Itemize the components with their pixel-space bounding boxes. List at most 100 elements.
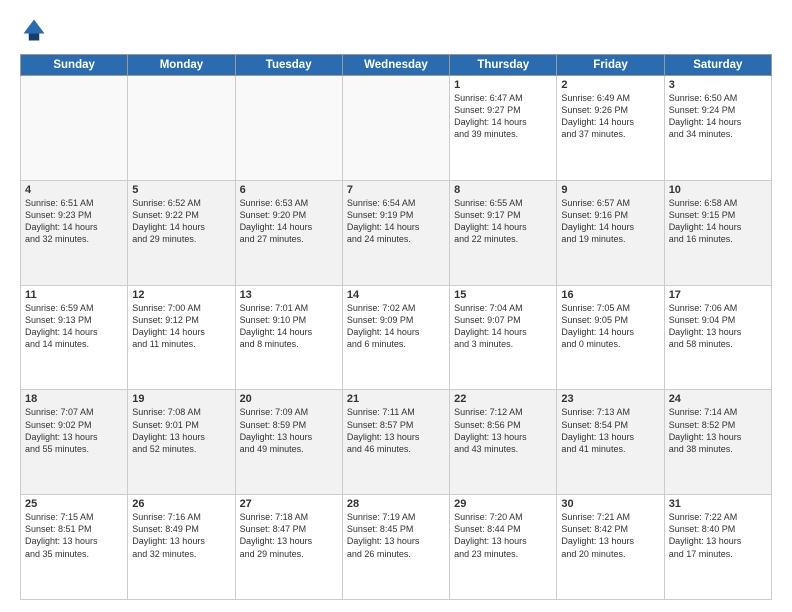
calendar-cell-2-3: 6Sunrise: 6:53 AM Sunset: 9:20 PM Daylig… [235, 180, 342, 285]
day-number: 27 [240, 498, 338, 510]
day-detail: Sunrise: 6:51 AM Sunset: 9:23 PM Dayligh… [25, 197, 123, 246]
day-number: 31 [669, 498, 767, 510]
day-detail: Sunrise: 7:13 AM Sunset: 8:54 PM Dayligh… [561, 406, 659, 455]
day-detail: Sunrise: 7:06 AM Sunset: 9:04 PM Dayligh… [669, 302, 767, 351]
day-detail: Sunrise: 7:00 AM Sunset: 9:12 PM Dayligh… [132, 302, 230, 351]
calendar-week-2: 4Sunrise: 6:51 AM Sunset: 9:23 PM Daylig… [21, 180, 772, 285]
header [20, 16, 772, 44]
day-detail: Sunrise: 7:08 AM Sunset: 9:01 PM Dayligh… [132, 406, 230, 455]
day-detail: Sunrise: 7:22 AM Sunset: 8:40 PM Dayligh… [669, 511, 767, 560]
day-detail: Sunrise: 7:14 AM Sunset: 8:52 PM Dayligh… [669, 406, 767, 455]
calendar-cell-4-7: 24Sunrise: 7:14 AM Sunset: 8:52 PM Dayli… [664, 390, 771, 495]
day-number: 11 [25, 289, 123, 301]
day-number: 4 [25, 184, 123, 196]
day-detail: Sunrise: 6:53 AM Sunset: 9:20 PM Dayligh… [240, 197, 338, 246]
calendar-header-monday: Monday [128, 55, 235, 76]
calendar-cell-3-5: 15Sunrise: 7:04 AM Sunset: 9:07 PM Dayli… [450, 285, 557, 390]
day-number: 21 [347, 393, 445, 405]
calendar-cell-1-6: 2Sunrise: 6:49 AM Sunset: 9:26 PM Daylig… [557, 76, 664, 181]
day-number: 3 [669, 79, 767, 91]
calendar-cell-3-2: 12Sunrise: 7:00 AM Sunset: 9:12 PM Dayli… [128, 285, 235, 390]
day-number: 6 [240, 184, 338, 196]
day-detail: Sunrise: 7:07 AM Sunset: 9:02 PM Dayligh… [25, 406, 123, 455]
calendar-cell-3-4: 14Sunrise: 7:02 AM Sunset: 9:09 PM Dayli… [342, 285, 449, 390]
calendar-cell-2-1: 4Sunrise: 6:51 AM Sunset: 9:23 PM Daylig… [21, 180, 128, 285]
calendar-cell-5-6: 30Sunrise: 7:21 AM Sunset: 8:42 PM Dayli… [557, 495, 664, 600]
calendar-cell-4-4: 21Sunrise: 7:11 AM Sunset: 8:57 PM Dayli… [342, 390, 449, 495]
day-detail: Sunrise: 7:21 AM Sunset: 8:42 PM Dayligh… [561, 511, 659, 560]
calendar-cell-3-3: 13Sunrise: 7:01 AM Sunset: 9:10 PM Dayli… [235, 285, 342, 390]
day-detail: Sunrise: 6:57 AM Sunset: 9:16 PM Dayligh… [561, 197, 659, 246]
day-number: 9 [561, 184, 659, 196]
day-number: 7 [347, 184, 445, 196]
calendar-cell-1-5: 1Sunrise: 6:47 AM Sunset: 9:27 PM Daylig… [450, 76, 557, 181]
day-number: 22 [454, 393, 552, 405]
calendar-cell-3-1: 11Sunrise: 6:59 AM Sunset: 9:13 PM Dayli… [21, 285, 128, 390]
day-detail: Sunrise: 7:01 AM Sunset: 9:10 PM Dayligh… [240, 302, 338, 351]
day-detail: Sunrise: 7:12 AM Sunset: 8:56 PM Dayligh… [454, 406, 552, 455]
day-number: 16 [561, 289, 659, 301]
day-number: 29 [454, 498, 552, 510]
calendar-cell-5-3: 27Sunrise: 7:18 AM Sunset: 8:47 PM Dayli… [235, 495, 342, 600]
day-number: 20 [240, 393, 338, 405]
calendar-header-saturday: Saturday [664, 55, 771, 76]
calendar-cell-5-1: 25Sunrise: 7:15 AM Sunset: 8:51 PM Dayli… [21, 495, 128, 600]
calendar-cell-2-6: 9Sunrise: 6:57 AM Sunset: 9:16 PM Daylig… [557, 180, 664, 285]
calendar-cell-2-7: 10Sunrise: 6:58 AM Sunset: 9:15 PM Dayli… [664, 180, 771, 285]
calendar-cell-2-2: 5Sunrise: 6:52 AM Sunset: 9:22 PM Daylig… [128, 180, 235, 285]
calendar-header-thursday: Thursday [450, 55, 557, 76]
calendar-cell-5-7: 31Sunrise: 7:22 AM Sunset: 8:40 PM Dayli… [664, 495, 771, 600]
day-number: 26 [132, 498, 230, 510]
day-detail: Sunrise: 7:20 AM Sunset: 8:44 PM Dayligh… [454, 511, 552, 560]
day-detail: Sunrise: 6:49 AM Sunset: 9:26 PM Dayligh… [561, 92, 659, 141]
calendar-table: SundayMondayTuesdayWednesdayThursdayFrid… [20, 54, 772, 600]
day-number: 1 [454, 79, 552, 91]
calendar-cell-5-5: 29Sunrise: 7:20 AM Sunset: 8:44 PM Dayli… [450, 495, 557, 600]
logo-icon [20, 16, 48, 44]
day-detail: Sunrise: 7:16 AM Sunset: 8:49 PM Dayligh… [132, 511, 230, 560]
day-detail: Sunrise: 7:04 AM Sunset: 9:07 PM Dayligh… [454, 302, 552, 351]
calendar-cell-1-2 [128, 76, 235, 181]
day-detail: Sunrise: 6:54 AM Sunset: 9:19 PM Dayligh… [347, 197, 445, 246]
calendar-cell-5-4: 28Sunrise: 7:19 AM Sunset: 8:45 PM Dayli… [342, 495, 449, 600]
calendar-cell-4-2: 19Sunrise: 7:08 AM Sunset: 9:01 PM Dayli… [128, 390, 235, 495]
day-detail: Sunrise: 7:05 AM Sunset: 9:05 PM Dayligh… [561, 302, 659, 351]
calendar-header-friday: Friday [557, 55, 664, 76]
calendar-cell-1-4 [342, 76, 449, 181]
calendar-header-tuesday: Tuesday [235, 55, 342, 76]
day-number: 13 [240, 289, 338, 301]
day-number: 14 [347, 289, 445, 301]
calendar-cell-2-5: 8Sunrise: 6:55 AM Sunset: 9:17 PM Daylig… [450, 180, 557, 285]
day-number: 24 [669, 393, 767, 405]
day-number: 23 [561, 393, 659, 405]
calendar-cell-4-1: 18Sunrise: 7:07 AM Sunset: 9:02 PM Dayli… [21, 390, 128, 495]
page: SundayMondayTuesdayWednesdayThursdayFrid… [0, 0, 792, 612]
day-detail: Sunrise: 6:55 AM Sunset: 9:17 PM Dayligh… [454, 197, 552, 246]
day-number: 17 [669, 289, 767, 301]
calendar-cell-4-6: 23Sunrise: 7:13 AM Sunset: 8:54 PM Dayli… [557, 390, 664, 495]
day-detail: Sunrise: 7:18 AM Sunset: 8:47 PM Dayligh… [240, 511, 338, 560]
calendar-cell-1-7: 3Sunrise: 6:50 AM Sunset: 9:24 PM Daylig… [664, 76, 771, 181]
day-detail: Sunrise: 7:15 AM Sunset: 8:51 PM Dayligh… [25, 511, 123, 560]
calendar-cell-3-6: 16Sunrise: 7:05 AM Sunset: 9:05 PM Dayli… [557, 285, 664, 390]
calendar-week-4: 18Sunrise: 7:07 AM Sunset: 9:02 PM Dayli… [21, 390, 772, 495]
day-number: 25 [25, 498, 123, 510]
calendar-cell-1-3 [235, 76, 342, 181]
calendar-header-row: SundayMondayTuesdayWednesdayThursdayFrid… [21, 55, 772, 76]
day-detail: Sunrise: 6:47 AM Sunset: 9:27 PM Dayligh… [454, 92, 552, 141]
day-detail: Sunrise: 6:52 AM Sunset: 9:22 PM Dayligh… [132, 197, 230, 246]
calendar-cell-5-2: 26Sunrise: 7:16 AM Sunset: 8:49 PM Dayli… [128, 495, 235, 600]
day-number: 5 [132, 184, 230, 196]
calendar-cell-4-3: 20Sunrise: 7:09 AM Sunset: 8:59 PM Dayli… [235, 390, 342, 495]
logo [20, 16, 52, 44]
day-number: 10 [669, 184, 767, 196]
calendar-cell-4-5: 22Sunrise: 7:12 AM Sunset: 8:56 PM Dayli… [450, 390, 557, 495]
day-detail: Sunrise: 6:50 AM Sunset: 9:24 PM Dayligh… [669, 92, 767, 141]
calendar-header-wednesday: Wednesday [342, 55, 449, 76]
calendar-header-sunday: Sunday [21, 55, 128, 76]
calendar-cell-3-7: 17Sunrise: 7:06 AM Sunset: 9:04 PM Dayli… [664, 285, 771, 390]
day-number: 2 [561, 79, 659, 91]
day-detail: Sunrise: 6:59 AM Sunset: 9:13 PM Dayligh… [25, 302, 123, 351]
day-detail: Sunrise: 7:09 AM Sunset: 8:59 PM Dayligh… [240, 406, 338, 455]
calendar-week-5: 25Sunrise: 7:15 AM Sunset: 8:51 PM Dayli… [21, 495, 772, 600]
